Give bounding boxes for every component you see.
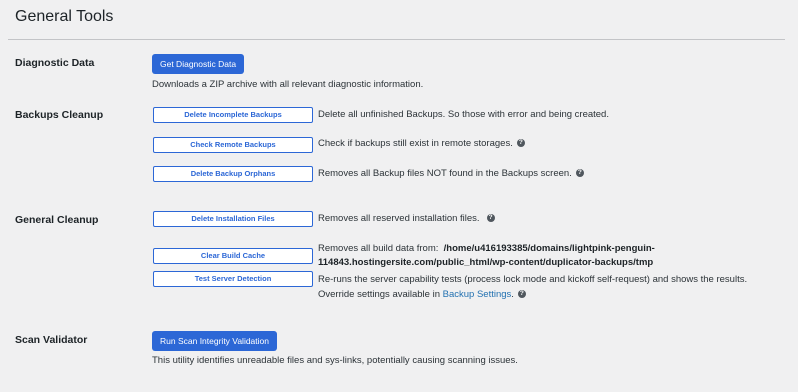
clear-build-cache-description: Removes all build data from: /home/u4161… [318,243,655,255]
build-path-line1: /home/u416193385/domains/lightpink-pengu… [443,243,655,254]
build-path-line2: 114843.hostingersite.com/public_html/wp-… [318,257,654,268]
backup-settings-link[interactable]: Backup Settings [443,289,512,300]
delete-installation-files-description: Removes all reserved installation files.… [318,213,495,225]
delete-backup-orphans-button[interactable]: Delete Backup Orphans [153,166,313,182]
delete-incomplete-backups-button[interactable]: Delete Incomplete Backups [153,107,313,123]
diagnostic-data-description: Downloads a ZIP archive with all relevan… [152,79,424,90]
test-server-detection-button[interactable]: Test Server Detection [153,271,313,287]
get-diagnostic-data-button[interactable]: Get Diagnostic Data [152,54,245,74]
title-divider [8,39,785,40]
diagnostic-data-label: Diagnostic Data [15,57,95,69]
delete-backup-orphans-text: Removes all Backup files NOT found in th… [318,168,572,179]
question-circle-icon[interactable]: ? [517,290,526,299]
override-settings-period: . [511,289,514,300]
check-remote-backups-button[interactable]: Check Remote Backups [153,137,313,153]
test-server-detection-description: Re-runs the server capability tests (pro… [318,274,748,285]
check-remote-backups-text: Check if backups still exist in remote s… [318,138,513,149]
run-scan-integrity-validation-button[interactable]: Run Scan Integrity Validation [152,331,277,351]
test-server-override-description: Override settings available in Backup Se… [318,289,526,301]
check-remote-backups-description: Check if backups still exist in remote s… [318,138,525,150]
question-circle-icon[interactable]: ? [486,214,495,223]
delete-installation-files-text: Removes all reserved installation files. [318,213,480,224]
question-circle-icon[interactable]: ? [575,169,584,178]
override-settings-text: Override settings available in [318,289,440,300]
delete-installation-files-button[interactable]: Delete Installation Files [153,211,313,227]
clear-build-cache-text: Removes all build data from: [318,243,439,254]
scan-validator-description: This utility identifies unreadable files… [152,355,518,366]
general-cleanup-label: General Cleanup [15,214,99,226]
question-circle-icon[interactable]: ? [516,139,525,148]
delete-incomplete-backups-description: Delete all unfinished Backups. So those … [318,109,609,120]
clear-build-cache-button[interactable]: Clear Build Cache [153,248,313,264]
scan-validator-label: Scan Validator [15,334,88,346]
backups-cleanup-label: Backups Cleanup [15,109,104,121]
delete-backup-orphans-description: Removes all Backup files NOT found in th… [318,168,584,180]
page-title: General Tools [15,8,114,25]
